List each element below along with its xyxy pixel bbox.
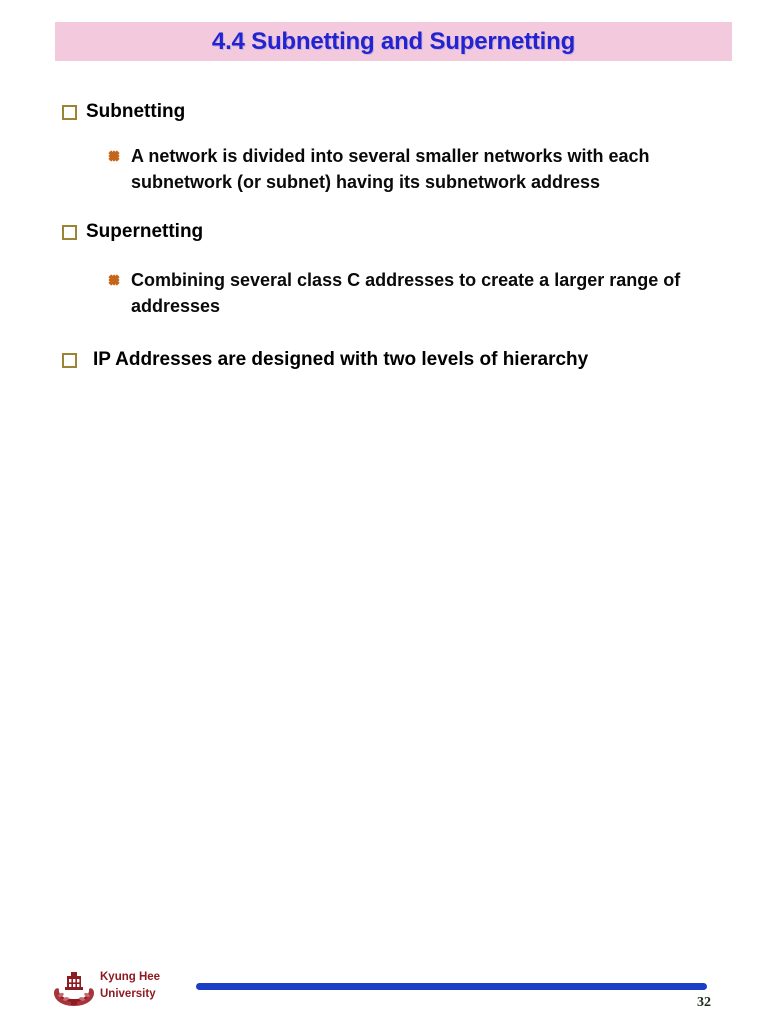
bullet-text: Combining several class C addresses to c… <box>131 269 681 316</box>
footer-organization-line1: Kyung Hee <box>100 971 161 983</box>
slide-title-bar: 4.4 Subnetting and Supernetting <box>55 22 732 61</box>
footer-organization: Kyung Hee University <box>100 969 160 1002</box>
square-bullet-icon <box>62 353 77 369</box>
slide-body: Subnetting A network is divided into sev… <box>0 100 780 371</box>
bullet-text: A network is divided into several smalle… <box>131 146 650 192</box>
bullet-level1-supernetting: Supernetting <box>0 220 780 243</box>
bullet-text: Subnetting <box>86 101 186 122</box>
bullet-text: Supernetting <box>86 220 204 242</box>
bullet-level1-ip-hierarchy: IP Addresses are designed with two level… <box>0 348 780 371</box>
footer-organization-line2: University <box>100 987 156 1000</box>
page-number: 32 <box>697 995 711 1010</box>
page-title: 4.4 Subnetting and Supernetting <box>211 27 576 55</box>
square-bullet-icon <box>62 105 77 120</box>
bullet-level2-supernetting-desc: Combining several class C addresses to c… <box>0 268 780 319</box>
slide-footer: Kyung Hee University 32 <box>0 480 780 1010</box>
bullet-level2-subnetting-desc: A network is divided into several smalle… <box>0 144 780 195</box>
diamond-bullet-icon <box>108 150 120 162</box>
bullet-level1-subnetting: Subnetting <box>0 100 780 123</box>
footer-divider-rule <box>196 983 707 990</box>
bullet-text: IP Addresses are designed with two level… <box>93 349 589 371</box>
kyung-hee-university-crest-icon <box>54 972 94 1006</box>
square-bullet-icon <box>62 224 77 240</box>
diamond-bullet-icon <box>108 274 120 286</box>
